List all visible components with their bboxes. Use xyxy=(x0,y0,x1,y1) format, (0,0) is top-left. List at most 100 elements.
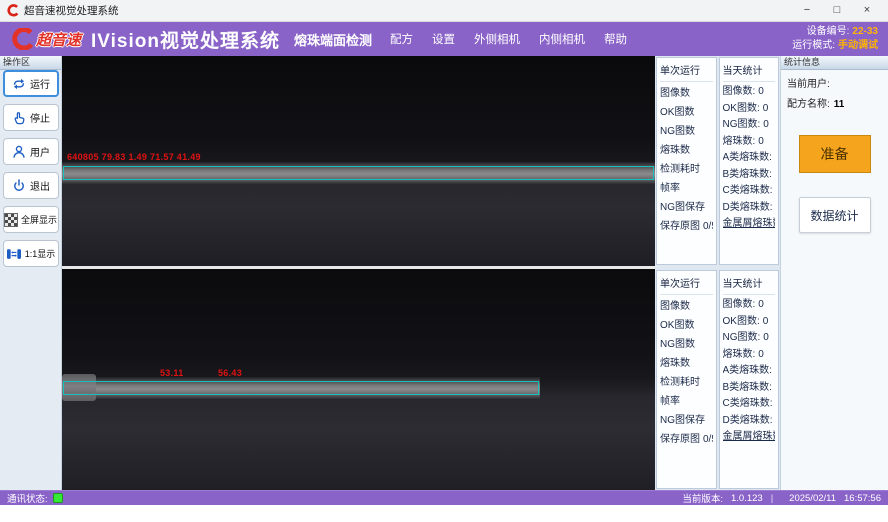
current-user: 当前用户: xyxy=(787,75,882,90)
comm-status-label: 通讯状态: xyxy=(7,491,48,505)
status-time: 16:57:56 xyxy=(844,493,881,504)
stat-label: NG图数 xyxy=(660,339,695,350)
single-run-title: 单次运行 xyxy=(660,59,713,82)
app-logo-icon xyxy=(6,4,19,17)
stat-row: 保存原图0/500 xyxy=(660,430,713,449)
run-button[interactable]: 运行 xyxy=(3,70,59,97)
one-to-one-display-label: 1:1显示 xyxy=(25,247,56,260)
stat-row: OK图数:0 xyxy=(723,314,776,331)
prepare-button[interactable]: 准备 xyxy=(799,135,871,173)
stat-label: B类熔珠数: xyxy=(723,169,772,180)
page-subtitle: 熔珠端面检测 xyxy=(294,30,372,49)
stat-label: 图像数 xyxy=(660,301,690,312)
stat-label: NG图保存 xyxy=(660,415,705,426)
single-run-column: 单次运行 图像数 OK图数 NG图数 熔珠数 检测耗时 xyxy=(656,270,717,489)
bead-detection-box xyxy=(63,166,654,180)
stats-panel-inner-camera: 单次运行 图像数 OK图数 NG图数 熔珠数 检测耗时 xyxy=(655,269,780,490)
power-icon xyxy=(11,178,27,194)
stat-row: A类熔珠数:0 xyxy=(723,150,776,167)
close-button[interactable]: × xyxy=(852,0,882,21)
outer-camera-view[interactable]: 640805 79.83 1.49 71.57 41.49 xyxy=(62,56,655,266)
fullscreen-display-label: 全屏显示 xyxy=(21,213,57,226)
status-separator: | xyxy=(771,493,773,504)
recipe-name: 配方名称:11 xyxy=(787,95,882,110)
weld-bead-strip xyxy=(62,377,540,399)
info-panel-title: 统计信息 xyxy=(781,56,888,70)
stat-label: C类熔珠数: xyxy=(723,185,773,196)
stat-label: 熔珠数: xyxy=(723,349,756,360)
stat-value: 0 xyxy=(763,332,769,343)
run-mode-label: 运行模式: xyxy=(792,40,835,51)
stop-button[interactable]: 停止 xyxy=(3,104,59,131)
stat-row: D类熔珠数:0 xyxy=(723,413,776,430)
stat-row: 图像数 xyxy=(660,84,713,103)
brand-logo: 超音速 xyxy=(10,28,81,50)
today-stats-title: 当天统计 xyxy=(723,272,776,295)
one-to-one-icon xyxy=(6,247,22,261)
fullscreen-grid-icon xyxy=(4,213,18,227)
menu-item-outer-camera[interactable]: 外侧相机 xyxy=(474,31,520,47)
stat-label: 图像数: xyxy=(723,86,756,97)
sidebar-title: 操作区 xyxy=(0,56,61,70)
user-button-label: 用户 xyxy=(30,144,50,159)
stat-row: 金属屑熔珠数:0 xyxy=(723,429,776,446)
menu-item-recipe[interactable]: 配方 xyxy=(390,31,413,47)
window-title: 超音速视觉处理系统 xyxy=(24,3,119,18)
single-run-column: 单次运行 图像数 OK图数 NG图数 熔珠数 检测耗时 xyxy=(656,57,717,265)
stat-label: OK图数: xyxy=(723,103,760,114)
menu-item-settings[interactable]: 设置 xyxy=(432,31,455,47)
stat-label: OK图数: xyxy=(723,316,760,327)
stat-row: 检测耗时 xyxy=(660,373,713,392)
stat-value: 0 xyxy=(758,349,764,360)
version-value: 1.0.123 xyxy=(731,493,763,504)
stat-label: C类熔珠数: xyxy=(723,398,773,409)
stat-row: 熔珠数 xyxy=(660,141,713,160)
current-user-label: 当前用户: xyxy=(787,79,830,90)
stat-label: A类熔珠数: xyxy=(723,152,772,163)
stat-label: 帧率 xyxy=(660,183,680,194)
stat-row: NG图数 xyxy=(660,335,713,354)
stat-row: D类熔珠数:0 xyxy=(723,200,776,217)
stat-row: 金属屑熔珠数:0 xyxy=(723,216,776,233)
stat-row: 帧率 xyxy=(660,392,713,411)
stat-row: OK图数 xyxy=(660,103,713,122)
maximize-button[interactable]: □ xyxy=(822,0,852,21)
stat-label: 金属屑熔珠数: xyxy=(723,431,776,442)
exit-button-label: 退出 xyxy=(30,178,50,193)
stat-row: NG图数:0 xyxy=(723,117,776,134)
data-statistics-button[interactable]: 数据统计 xyxy=(799,197,871,233)
run-mode-value: 手动调试 xyxy=(838,40,878,51)
stat-row: 熔珠数:0 xyxy=(723,347,776,364)
comm-status-indicator xyxy=(53,493,63,503)
stat-value: 0 xyxy=(763,316,769,327)
statistics-column: 单次运行 图像数 OK图数 NG图数 熔珠数 检测耗时 xyxy=(655,56,780,490)
stat-label: NG图数: xyxy=(723,119,761,130)
stat-label: 帧率 xyxy=(660,396,680,407)
one-to-one-display-button[interactable]: 1:1显示 xyxy=(3,240,59,267)
inner-camera-view[interactable]: 53.11 56.43 xyxy=(62,269,655,490)
stat-row: 图像数:0 xyxy=(723,297,776,314)
stat-row: 保存原图0/500 xyxy=(660,217,713,236)
stop-hand-icon xyxy=(11,110,27,126)
minimize-button[interactable]: − xyxy=(792,0,822,21)
camera-viewport: 640805 79.83 1.49 71.57 41.49 53.11 56.4… xyxy=(62,56,655,490)
stat-label: OK图数 xyxy=(660,320,694,331)
stat-value: 0/500 xyxy=(703,221,713,232)
exit-button[interactable]: 退出 xyxy=(3,172,59,199)
menu-item-help[interactable]: 帮助 xyxy=(604,31,627,47)
stat-label: D类熔珠数: xyxy=(723,202,773,213)
operation-sidebar: 操作区 运行 停止 xyxy=(0,56,62,490)
stat-row: 图像数:0 xyxy=(723,84,776,101)
stat-value: 0 xyxy=(763,103,769,114)
fullscreen-display-button[interactable]: 全屏显示 xyxy=(3,206,59,233)
stat-value: 0 xyxy=(763,119,769,130)
stat-row: C类熔珠数:0 xyxy=(723,183,776,200)
stat-row: OK图数:0 xyxy=(723,101,776,118)
version-label: 当前版本: xyxy=(682,491,723,505)
stat-row: 帧率 xyxy=(660,179,713,198)
user-icon xyxy=(11,144,27,160)
menu-item-inner-camera[interactable]: 内侧相机 xyxy=(539,31,585,47)
stat-row: 熔珠数:0 xyxy=(723,134,776,151)
os-titlebar: 超音速视觉处理系统 − □ × xyxy=(0,0,888,22)
user-button[interactable]: 用户 xyxy=(3,138,59,165)
